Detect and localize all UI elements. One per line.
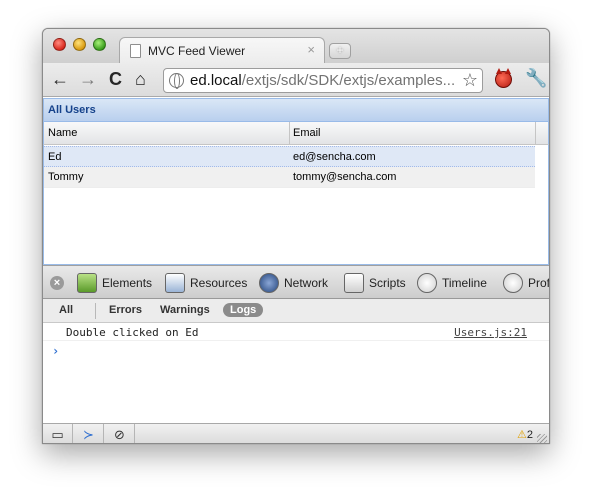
minimize-window-button[interactable]: [73, 38, 86, 51]
warning-count: 2: [526, 429, 533, 441]
log-message: Double clicked on Ed: [66, 326, 199, 339]
column-header-email[interactable]: Email: [293, 127, 321, 139]
column-header-name[interactable]: Name: [48, 127, 77, 139]
devtools-close-icon[interactable]: ×: [50, 276, 64, 290]
wrench-menu-icon[interactable]: 🔧: [525, 68, 547, 89]
filter-divider: [95, 303, 96, 319]
browser-window: MVC Feed Viewer × + ← → C ⌂ ed.local/ext…: [42, 28, 550, 444]
bookmark-star-icon[interactable]: ☆: [462, 70, 478, 91]
url-text: ed.local/extjs/sdk/SDK/extjs/examples...: [190, 72, 455, 89]
warning-icon: ⚠: [517, 429, 527, 441]
column-divider[interactable]: [535, 122, 536, 144]
devtools-toolbar: × Elements Resources Network Scripts Tim…: [43, 266, 549, 299]
elements-icon: [77, 273, 97, 293]
zoom-window-button[interactable]: [93, 38, 106, 51]
column-divider[interactable]: [289, 122, 290, 144]
url-path: /extjs/sdk/SDK/extjs/examples...: [241, 72, 456, 89]
url-host: ed.local: [190, 72, 242, 89]
tab-label: Timeline: [442, 276, 487, 290]
browser-toolbar: ← → C ⌂ ed.local/extjs/sdk/SDK/extjs/exa…: [43, 63, 549, 97]
console-toggle-icon[interactable]: ≻: [74, 424, 104, 443]
devtools-status-bar: ▭ ≻ ⊘ ⚠2: [43, 423, 549, 443]
developer-tools: × Elements Resources Network Scripts Tim…: [43, 265, 549, 443]
tab-title: MVC Feed Viewer: [148, 44, 246, 58]
console-log-entry: Double clicked on Ed Users.js:21: [43, 323, 549, 341]
filter-warnings[interactable]: Warnings: [160, 304, 210, 316]
tab-label: Profi: [528, 276, 550, 290]
tab-close-icon[interactable]: ×: [307, 42, 315, 57]
browser-tab[interactable]: MVC Feed Viewer ×: [119, 37, 325, 64]
tab-network[interactable]: Network: [259, 271, 328, 295]
tab-label: Elements: [102, 276, 153, 290]
back-button[interactable]: ←: [51, 69, 69, 89]
tab-label: Scripts: [369, 276, 406, 290]
clear-console-icon[interactable]: ⊘: [105, 424, 135, 443]
log-source-link[interactable]: Users.js:21: [454, 326, 527, 339]
warning-counter[interactable]: ⚠2: [517, 428, 533, 441]
close-window-button[interactable]: [53, 38, 66, 51]
filter-errors[interactable]: Errors: [109, 304, 142, 316]
tab-strip: MVC Feed Viewer × +: [43, 29, 549, 64]
resize-grip-icon[interactable]: [537, 434, 547, 443]
grid-column-headers: Name Email: [43, 122, 549, 145]
console-output[interactable]: Double clicked on Ed Users.js:21 ›: [43, 323, 549, 423]
dock-toggle-icon[interactable]: ▭: [43, 424, 73, 443]
tab-profiles[interactable]: Profi: [503, 271, 550, 295]
console-filter-bar: All Errors Warnings Logs: [43, 299, 549, 323]
tab-timeline[interactable]: Timeline: [417, 271, 487, 295]
table-row[interactable]: Tommy tommy@sencha.com: [43, 167, 535, 188]
tab-scripts[interactable]: Scripts: [344, 271, 406, 295]
resources-icon: [165, 273, 185, 293]
filter-all[interactable]: All: [59, 304, 73, 316]
cell-email: tommy@sencha.com: [293, 171, 397, 183]
address-bar[interactable]: ed.local/extjs/sdk/SDK/extjs/examples...…: [163, 68, 483, 93]
cell-name: Tommy: [48, 171, 84, 183]
page-icon: [130, 44, 141, 58]
grid-title: All Users: [48, 104, 96, 116]
profiles-icon: [503, 273, 523, 293]
tab-label: Resources: [190, 276, 248, 290]
cell-name: Ed: [48, 151, 62, 163]
filter-logs[interactable]: Logs: [223, 303, 264, 317]
grid-panel-header: All Users: [43, 98, 549, 122]
network-icon: [259, 273, 279, 293]
window-controls: [53, 38, 106, 51]
tab-resources[interactable]: Resources: [165, 271, 247, 295]
tab-label: Network: [284, 276, 329, 290]
extension-devil-icon[interactable]: [495, 68, 512, 88]
new-tab-button[interactable]: +: [329, 43, 351, 59]
timeline-icon: [417, 273, 437, 293]
tab-elements[interactable]: Elements: [77, 271, 152, 295]
reload-button[interactable]: C: [109, 69, 122, 89]
cell-email: ed@sencha.com: [293, 151, 376, 163]
scripts-icon: [344, 273, 364, 293]
forward-button[interactable]: →: [79, 69, 97, 89]
home-button[interactable]: ⌂: [135, 69, 146, 89]
globe-icon: [169, 73, 184, 89]
console-prompt[interactable]: ›: [52, 344, 59, 358]
table-row[interactable]: Ed ed@sencha.com: [43, 146, 535, 167]
page-content: All Users Name Email Ed ed@sencha.com To…: [43, 98, 549, 265]
